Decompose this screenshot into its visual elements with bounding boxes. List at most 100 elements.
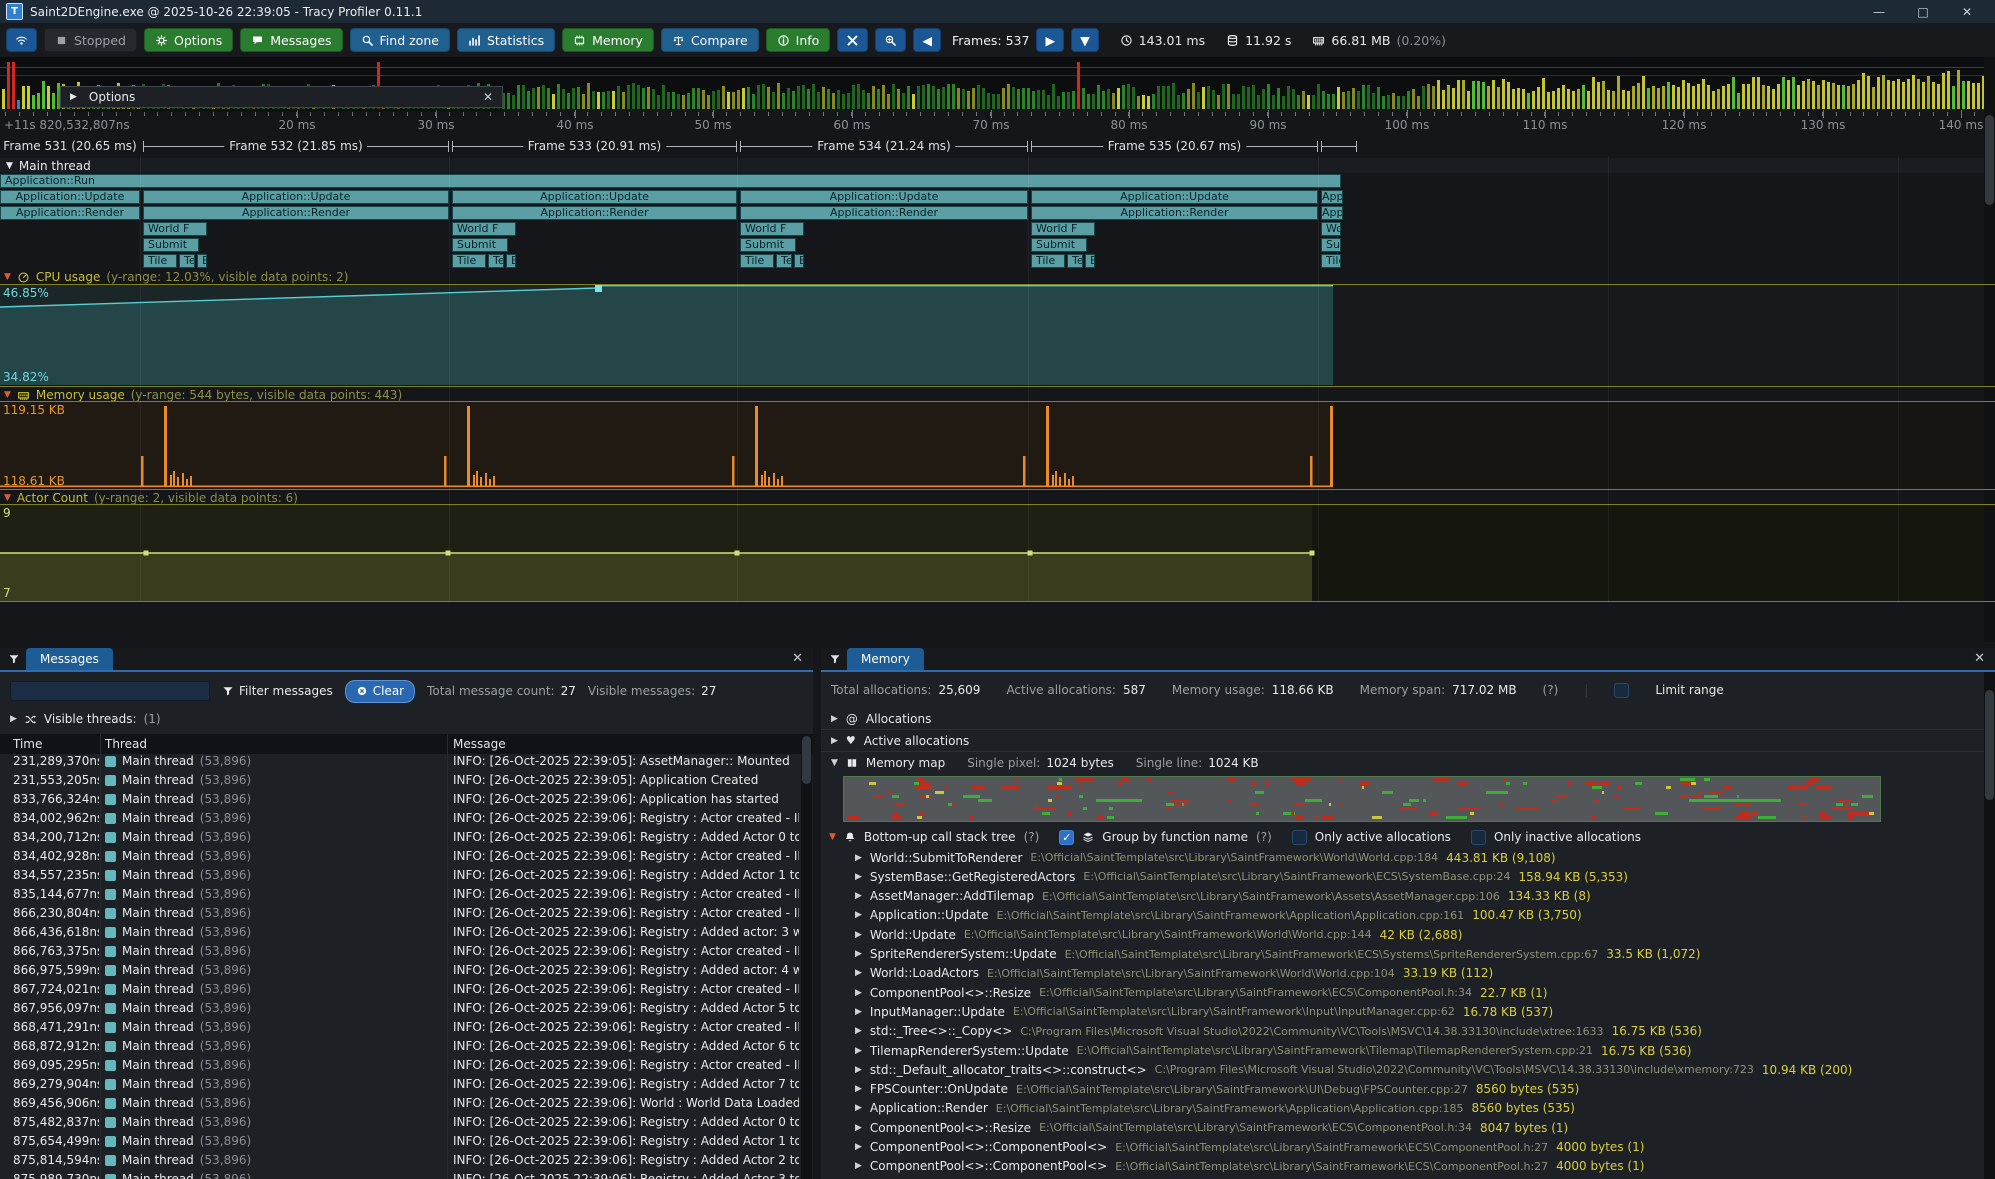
- message-row[interactable]: 869,279,904nsMain thread(53,896)INFO: [2…: [0, 1077, 799, 1096]
- only-inactive-checkbox[interactable]: [1471, 830, 1486, 845]
- collapse-icon[interactable]: ▼: [4, 493, 11, 503]
- toolbar-button-find-zone[interactable]: Find zone: [350, 28, 450, 52]
- options-popup[interactable]: ▶ Options ✕: [60, 86, 503, 108]
- callstack-tree-row[interactable]: ▶ComponentPool<>::ComponentPool<>E:\Offi…: [821, 1138, 1981, 1157]
- allocations-section[interactable]: ▶@ Allocations: [821, 708, 1995, 730]
- frame-marker[interactable]: Frame 534 (21.24 ms): [740, 138, 1028, 156]
- message-row[interactable]: 868,872,912nsMain thread(53,896)INFO: [2…: [0, 1039, 799, 1058]
- callstack-tree-row[interactable]: ▶ComponentPool<>::ComponentPool<>E:\Offi…: [821, 1157, 1981, 1176]
- active-allocations-section[interactable]: ▶♥ Active allocations: [821, 730, 1995, 752]
- message-row[interactable]: 866,436,618nsMain thread(53,896)INFO: [2…: [0, 925, 799, 944]
- zone-submit[interactable]: Submit: [1321, 238, 1341, 252]
- toolbar-button-info[interactable]: Info: [766, 28, 831, 52]
- zone-application-render[interactable]: Application::Render: [452, 206, 737, 220]
- collapse-icon[interactable]: ▼: [4, 272, 11, 282]
- callstack-tree-row[interactable]: ▶World::LoadActorsE:\Official\SaintTempl…: [821, 964, 1981, 983]
- callstack-tree-row[interactable]: ▶Application::UpdateE:\Official\SaintTem…: [821, 906, 1981, 925]
- zone-tile[interactable]: Tile: [452, 254, 486, 268]
- zone-tile[interactable]: Tile: [143, 254, 177, 268]
- cpu-plot-header[interactable]: ▼ CPU usage (y-range: 12.03%, visible da…: [0, 270, 1995, 284]
- zone-tile[interactable]: Te: [179, 254, 195, 268]
- tab-memory[interactable]: Memory: [847, 648, 924, 670]
- collapse-icon[interactable]: ▼: [4, 390, 11, 400]
- zone-tile[interactable]: E: [1085, 254, 1095, 268]
- toolbar-button-memory[interactable]: Memory: [562, 28, 654, 52]
- zone-tile[interactable]: Te: [776, 254, 792, 268]
- message-row[interactable]: 867,724,021nsMain thread(53,896)INFO: [2…: [0, 982, 799, 1001]
- messages-scrollbar-thumb[interactable]: [802, 736, 811, 784]
- maximize-button[interactable]: □: [1901, 0, 1945, 23]
- frame-marker[interactable]: Frame 531 (20.65 ms): [0, 138, 140, 156]
- toolbar-button-messages[interactable]: Messages: [240, 28, 342, 52]
- zone-application-update[interactable]: Application::Update: [452, 190, 737, 204]
- message-row[interactable]: 835,144,677nsMain thread(53,896)INFO: [2…: [0, 887, 799, 906]
- message-row[interactable]: 867,956,097nsMain thread(53,896)INFO: [2…: [0, 1001, 799, 1020]
- zone-tile[interactable]: E: [506, 254, 516, 268]
- toolbar-button-statistics[interactable]: Statistics: [457, 28, 555, 52]
- callstack-tree-row[interactable]: ▶FPSCounter::OnUpdateE:\Official\SaintTe…: [821, 1080, 1981, 1099]
- timeline-scrollbar[interactable]: [1984, 57, 1995, 642]
- timeline-scrollbar-thumb[interactable]: [1985, 115, 1994, 205]
- message-row[interactable]: 875,814,594nsMain thread(53,896)INFO: [2…: [0, 1153, 799, 1172]
- message-row[interactable]: 834,402,928nsMain thread(53,896)INFO: [2…: [0, 849, 799, 868]
- zone-world-submit[interactable]: World F: [1031, 222, 1095, 236]
- zone-application-update[interactable]: Application::Update: [1321, 190, 1343, 204]
- callstack-tree-row[interactable]: ▶Application::RenderE:\Official\SaintTem…: [821, 1099, 1981, 1118]
- zone-application-render[interactable]: Application::Render: [740, 206, 1028, 220]
- expand-icon[interactable]: ▶: [10, 714, 17, 724]
- message-row[interactable]: 866,975,599nsMain thread(53,896)INFO: [2…: [0, 963, 799, 982]
- collapse-icon[interactable]: ▼: [829, 832, 836, 842]
- frame-marker[interactable]: Frame 533 (20.91 ms): [452, 138, 737, 156]
- toolbar-button-compare[interactable]: Compare: [661, 28, 759, 52]
- zone-tile[interactable]: Te: [1067, 254, 1083, 268]
- message-row[interactable]: 833,766,324nsMain thread(53,896)INFO: [2…: [0, 792, 799, 811]
- callstack-tree-row[interactable]: ▶SpriteRendererSystem::UpdateE:\Official…: [821, 945, 1981, 964]
- zone-application-update[interactable]: Application::Update: [740, 190, 1028, 204]
- zone-world-submit[interactable]: World F: [740, 222, 804, 236]
- timeline-view[interactable]: ▶ Options ✕ 20 ms30 ms40 ms50 ms60 ms70 …: [0, 57, 1995, 642]
- toolbar-button-stopped[interactable]: Stopped: [44, 28, 137, 52]
- message-row[interactable]: 834,557,235nsMain thread(53,896)INFO: [2…: [0, 868, 799, 887]
- message-row[interactable]: 868,471,291nsMain thread(53,896)INFO: [2…: [0, 1020, 799, 1039]
- memory-close-icon[interactable]: ✕: [1974, 651, 1985, 666]
- window-funnel-icon[interactable]: [829, 653, 841, 665]
- memory-map-section[interactable]: ▼ Memory map Single pixel: 1024 bytes Si…: [821, 752, 1995, 774]
- callstack-tree-row[interactable]: ▶World::SubmitToRendererE:\Official\Sain…: [821, 848, 1981, 867]
- callstack-tree-row[interactable]: ▶std::_Default_allocator_traits<>::const…: [821, 1060, 1981, 1079]
- minimize-button[interactable]: —: [1857, 0, 1901, 23]
- zone-tile[interactable]: Tile: [1031, 254, 1065, 268]
- frame-marker[interactable]: Frame 532 (21.85 ms): [143, 138, 449, 156]
- zone-submit[interactable]: Submit: [1031, 238, 1087, 252]
- cpu-usage-plot[interactable]: 46.85% 34.82%: [0, 285, 1995, 385]
- zone-application-render[interactable]: Application::Render: [0, 206, 140, 220]
- zone-application-update[interactable]: Application::Update: [1031, 190, 1318, 204]
- tab-messages[interactable]: Messages: [26, 648, 113, 670]
- callstack-tree-row[interactable]: ▶InputManager::UpdateE:\Official\SaintTe…: [821, 1002, 1981, 1021]
- only-active-checkbox[interactable]: [1292, 830, 1307, 845]
- toolbar-button-options[interactable]: Options: [144, 28, 233, 52]
- callstack-tree-row[interactable]: ▶AssetManager::AddTilemapE:\Official\Sai…: [821, 887, 1981, 906]
- zone-submit[interactable]: Submit: [452, 238, 508, 252]
- message-row[interactable]: 869,456,906nsMain thread(53,896)INFO: [2…: [0, 1096, 799, 1115]
- thread-header-main-thread[interactable]: ▼ Main thread: [0, 158, 1995, 173]
- zone-tile[interactable]: E: [794, 254, 804, 268]
- zone-application-run[interactable]: Application::Run: [0, 174, 1341, 188]
- toolbar-button-connection[interactable]: [6, 28, 37, 52]
- group-by-function-checkbox[interactable]: ✓: [1059, 830, 1074, 845]
- frames-next-button[interactable]: ▶: [1036, 28, 1064, 52]
- actor-plot-header[interactable]: ▼ Actor Count (y-range: 2, visible data …: [0, 491, 1995, 505]
- frame-marker[interactable]: Frame 535 (20.67 ms): [1031, 138, 1318, 156]
- messages-close-icon[interactable]: ✕: [792, 651, 803, 666]
- filter-input[interactable]: [10, 681, 210, 701]
- zone-application-update[interactable]: Application::Update: [143, 190, 449, 204]
- limit-range-checkbox[interactable]: [1614, 683, 1629, 698]
- toolbar-button-tools[interactable]: [837, 28, 868, 52]
- memory-scrollbar[interactable]: [1984, 672, 1995, 1179]
- message-row[interactable]: 875,989,730nsMain thread(53,896)INFO: [2…: [0, 1172, 799, 1179]
- frames-dropdown-button[interactable]: ▼: [1071, 28, 1099, 52]
- callstack-tree-row[interactable]: ▶TilemapRendererSystem::UpdateE:\Officia…: [821, 1041, 1981, 1060]
- callstack-tree-row[interactable]: ▶std::_Tree<>::_Copy<>C:\Program Files\M…: [821, 1022, 1981, 1041]
- options-close-icon[interactable]: ✕: [483, 90, 493, 104]
- message-row[interactable]: 834,002,962nsMain thread(53,896)INFO: [2…: [0, 811, 799, 830]
- zone-world-submit[interactable]: World F: [452, 222, 516, 236]
